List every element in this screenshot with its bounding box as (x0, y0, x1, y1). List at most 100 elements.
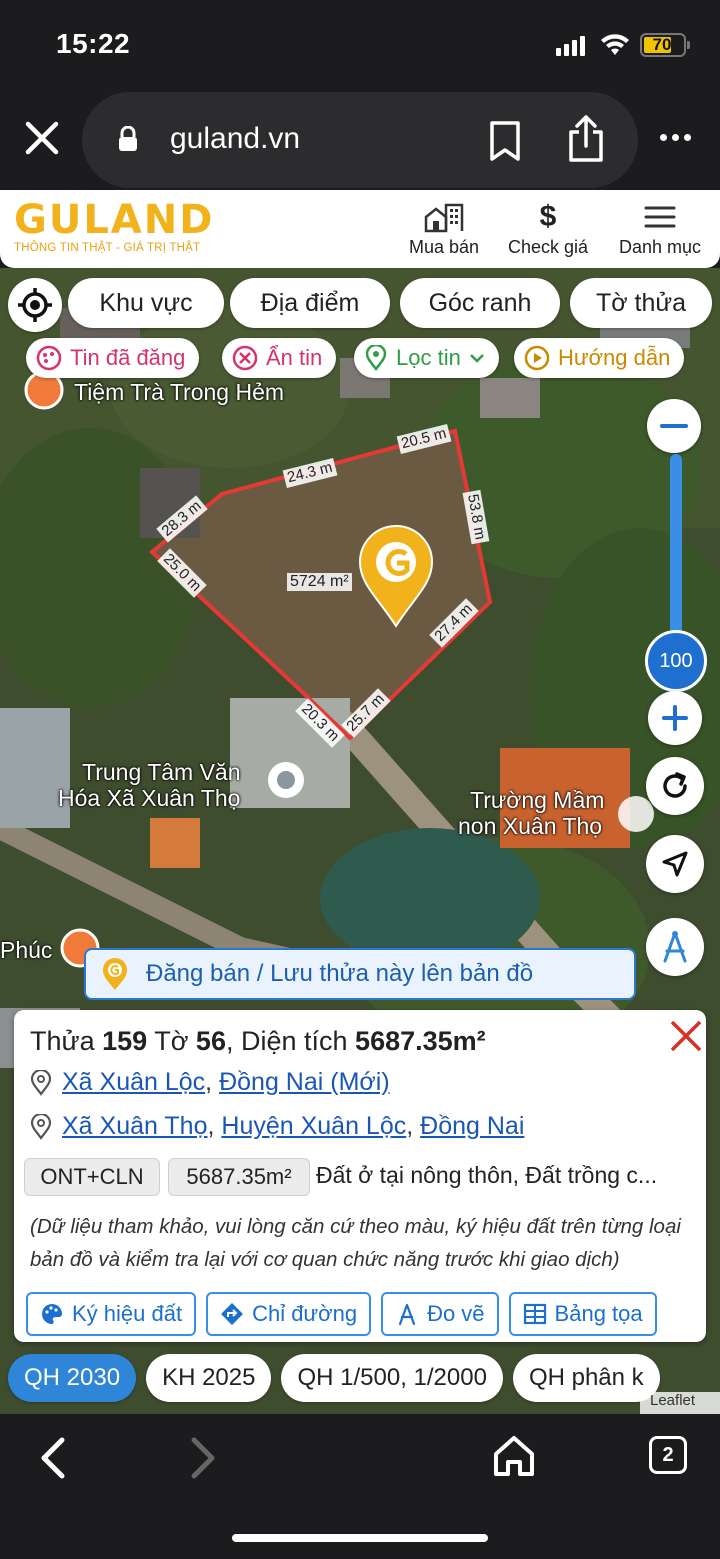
lock-icon (119, 126, 137, 151)
back-icon[interactable] (36, 1436, 70, 1480)
battery-level: 70 (652, 35, 672, 54)
bookmark-icon[interactable] (488, 120, 522, 162)
url-text: guland.vn (170, 122, 301, 155)
dien-tich-label: , Diện tích (225, 1026, 348, 1056)
chip-label: Tin đã đăng (70, 345, 186, 370)
nav-check-gia[interactable]: $ Check giá (500, 200, 596, 258)
plan-tab-qh-1-500[interactable]: QH 1/500, 1/2000 (281, 1354, 503, 1402)
chip-label: Ẩn tin (266, 345, 323, 370)
chip-huong-dan[interactable]: Hướng dẫn (514, 338, 685, 378)
share-icon[interactable] (566, 114, 606, 164)
cellular-signal-icon (556, 36, 585, 56)
table-icon (523, 1303, 546, 1325)
screen: 15:22 70 guland.vn GULAND THÔNG TIN THẬT… (0, 0, 720, 1559)
map-view[interactable]: Tiệm Trà Trong Hẻm Trung Tâm Văn Hóa Xã … (0, 268, 720, 1414)
battery-icon: 70 (640, 33, 690, 57)
chip-label: Lọc tin (396, 345, 461, 370)
post-bar-label: Đăng bán / Lưu thửa này lên bản đồ (146, 960, 534, 987)
land-code-badge: ONT+CLN (24, 1158, 160, 1196)
plan-tab-kh-2025[interactable]: KH 2025 (146, 1354, 272, 1402)
nav-danh-muc[interactable]: Danh mục (610, 200, 710, 258)
directions-button[interactable]: Chỉ đường (206, 1292, 372, 1336)
zoom-slider[interactable] (670, 454, 682, 634)
tab-switcher-button[interactable]: 2 (649, 1436, 687, 1474)
location-pin-icon (30, 1069, 52, 1096)
chip-loc-tin[interactable]: Lọc tin (354, 338, 499, 378)
browser-toolbar: 2 (0, 1414, 720, 1559)
action-label: Đo vẽ (427, 1301, 485, 1326)
guland-pin-icon (103, 958, 127, 990)
zoom-level[interactable]: 100 (645, 630, 707, 692)
compass-draw-icon (663, 931, 687, 963)
forward-icon[interactable] (186, 1436, 220, 1480)
label-tea-shop: Tiệm Trà Trong Hẻm (74, 379, 285, 405)
more-icon[interactable] (660, 134, 691, 141)
link-district-old[interactable]: Huyện Xuân Lộc (221, 1112, 406, 1140)
guland-logo[interactable]: GULAND THÔNG TIN THẬT - GIÁ TRỊ THẬT (14, 200, 214, 254)
location-pin-icon (30, 1113, 52, 1140)
navigate-button[interactable] (646, 835, 704, 893)
status-time: 15:22 (56, 28, 131, 59)
coordinate-table-button[interactable]: Bảng tọa (508, 1292, 657, 1336)
home-icon[interactable] (492, 1434, 536, 1478)
filter-to-thua[interactable]: Tờ thửa (570, 278, 712, 328)
to-label: Tờ (154, 1026, 189, 1056)
plan-tab-qh-2030[interactable]: QH 2030 (8, 1354, 137, 1402)
menu-icon (644, 206, 676, 228)
thua-number: 159 (102, 1026, 148, 1056)
address-new: Xã Xuân Lộc, Đồng Nai (Mới) (30, 1068, 390, 1097)
chip-tin-da-dang[interactable]: Tin đã đăng (26, 338, 200, 378)
filter-khu-vuc[interactable]: Khu vực (68, 278, 224, 328)
zoom-in-button[interactable] (648, 691, 702, 745)
zoom-out-button[interactable] (647, 399, 701, 453)
action-label: Bảng tọa (554, 1301, 643, 1326)
label-school-line2: non Xuân Thọ (458, 813, 603, 839)
chevron-down-icon (469, 354, 484, 363)
address-bar[interactable]: guland.vn (82, 92, 638, 188)
locate-button[interactable] (8, 278, 62, 332)
parcel-info-card: Thửa 159 Tờ 56, Diện tích 5687.35m² Xã X… (14, 1010, 706, 1342)
filter-dia-diem[interactable]: Địa điểm (230, 278, 390, 328)
link-province-old[interactable]: Đồng Nai (420, 1112, 524, 1140)
chip-an-tin[interactable]: Ẩn tin (222, 338, 337, 378)
nav-label: Mua bán (408, 237, 480, 257)
parcel-area-label: 5724 m² (287, 573, 352, 591)
plan-tabs: QH 2030 KH 2025 QH 1/500, 1/2000 QH phân… (8, 1354, 660, 1402)
label-school-line1: Trường Mầm (470, 787, 605, 813)
draw-measure-button[interactable]: Đo vẽ (381, 1292, 499, 1336)
land-symbol-button[interactable]: Ký hiệu đất (26, 1292, 197, 1336)
thua-label: Thửa (30, 1026, 95, 1056)
link-commune-new[interactable]: Xã Xuân Lộc (62, 1068, 205, 1096)
card-actions: Ký hiệu đất Chỉ đường Đo vẽ Bảng tọa (26, 1292, 657, 1336)
close-icon[interactable] (22, 118, 62, 158)
dollar-icon: $ (539, 200, 557, 233)
house-building-icon (424, 203, 464, 233)
measure-tool-button[interactable] (646, 918, 704, 976)
action-label: Chỉ đường (252, 1301, 358, 1326)
nav-mua-ban[interactable]: Mua bán (402, 200, 486, 258)
palette-icon (42, 1304, 62, 1324)
label-phuc: Phúc (0, 937, 53, 963)
to-number: 56 (195, 1026, 226, 1056)
link-commune-old[interactable]: Xã Xuân Thọ (62, 1112, 207, 1140)
label-culture-center-line1: Trung Tâm Văn (82, 759, 241, 785)
land-description: Đất ở tại nông thôn, Đất trồng c... (316, 1162, 658, 1188)
chip-label: Hướng dẫn (558, 345, 671, 370)
refresh-button[interactable] (646, 757, 704, 815)
site-header: GULAND THÔNG TIN THẬT - GIÁ TRỊ THẬT Mua… (0, 190, 720, 268)
address-old: Xã Xuân Thọ, Huyện Xuân Lộc, Đồng Nai (30, 1112, 524, 1141)
plan-tab-qh-phan-khu[interactable]: QH phân k (512, 1354, 660, 1402)
close-card-icon[interactable] (668, 1018, 704, 1054)
nav-label: Danh mục (618, 237, 702, 257)
nav-label: Check giá (507, 237, 589, 257)
browser-bar: guland.vn (0, 90, 720, 190)
map-attribution[interactable]: Leaflet (640, 1392, 720, 1414)
filter-goc-ranh[interactable]: Góc ranh (400, 278, 560, 328)
map-pin-icon (365, 345, 387, 371)
action-label: Ký hiệu đất (72, 1301, 183, 1326)
post-parcel-button[interactable]: Đăng bán / Lưu thửa này lên bản đồ (84, 948, 636, 1000)
refresh-icon (663, 772, 687, 798)
status-bar: 15:22 70 (0, 0, 720, 90)
link-province-new[interactable]: Đồng Nai (Mới) (219, 1068, 390, 1096)
minus-icon (660, 424, 688, 428)
